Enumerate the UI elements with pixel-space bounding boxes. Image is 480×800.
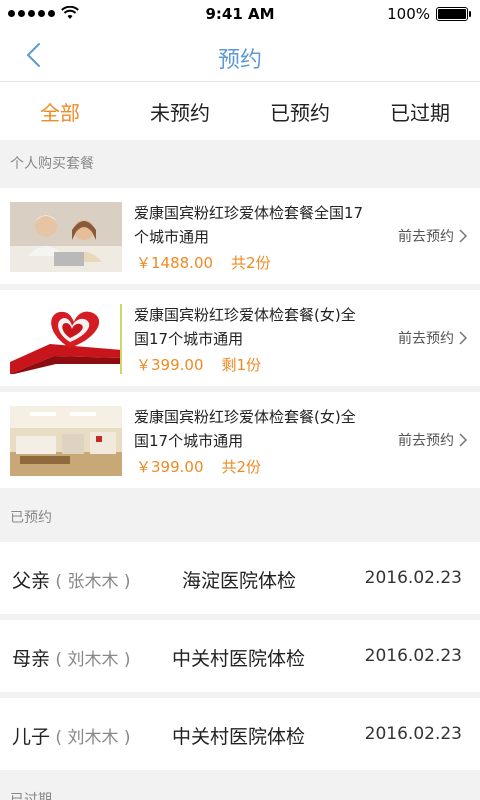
package-image [10,406,122,476]
booking-person: 母亲 ( 刘木木 ) [12,648,131,670]
booking-hospital: 中关村医院体检 [172,648,306,670]
chevron-right-icon [459,433,468,447]
package-quantity: 共2份 [221,458,262,476]
battery-icon [436,7,471,21]
package-price: ￥399.00 [136,356,204,374]
booking-hospital: 海淀医院体检 [182,570,297,592]
booking-person: 儿子 ( 刘木木 ) [12,726,131,748]
package-title: 爱康国宾粉红珍爱体检套餐(女)全国17个城市通用 [134,306,356,348]
page-title: 预约 [217,48,262,73]
tab-expired[interactable]: 已过期 [360,97,480,126]
tab-unbooked[interactable]: 未预约 [120,97,240,126]
booking-row[interactable]: 母亲 ( 刘木木 ) 中关村医院体检 2016.02.23 [0,620,480,692]
package-item[interactable]: 爱康国宾粉红珍爱体检套餐(女)全国17个城市通用 ￥399.00 剩1份 前去预… [0,290,480,386]
package-quantity: 共2份 [231,254,271,272]
booking-row[interactable]: 儿子 ( 刘木木 ) 中关村医院体检 2016.02.23 [0,698,480,770]
booking-person: 父亲 ( 张木木 ) [12,570,131,592]
booking-hospital: 中关村医院体检 [172,726,306,748]
package-price: ￥399.00 [136,458,204,476]
package-image [10,202,122,272]
booking-date: 2016.02.23 [364,568,462,588]
package-image [10,304,122,374]
section-header-expired: 已过期 [0,776,480,800]
package-title: 爱康国宾粉红珍爱体检套餐全国17个城市通用 [134,204,364,246]
tab-all[interactable]: 全部 [0,97,120,126]
filter-tabs: 全部 未预约 已预约 已过期 [0,82,480,140]
person-name: 刘木木 [67,728,119,748]
section-header-purchased: 个人购买套餐 [0,140,480,188]
tab-booked[interactable]: 已预约 [240,97,360,126]
book-now-label: 前去预约 [398,331,454,347]
book-now-button[interactable]: 前去预约 [398,226,468,246]
book-now-button[interactable]: 前去预约 [398,328,468,348]
book-now-label: 前去预约 [398,433,454,449]
package-item[interactable]: 爱康国宾粉红珍爱体检套餐全国17个城市通用 ￥1488.00 共2份 前去预约 [0,188,480,284]
chevron-right-icon [459,229,468,243]
booking-date: 2016.02.23 [364,724,462,744]
booking-date: 2016.02.23 [364,646,462,666]
person-relation: 母亲 [12,648,51,670]
person-relation: 父亲 [12,570,51,592]
package-title: 爱康国宾粉红珍爱体检套餐(女)全国17个城市通用 [134,408,356,450]
package-item[interactable]: 爱康国宾粉红珍爱体检套餐(女)全国17个城市通用 ￥399.00 共2份 前去预… [0,392,480,488]
section-header-booked: 已预约 [0,494,480,542]
chevron-right-icon [459,331,468,345]
status-bar: 9:41 AM 100% [0,0,480,28]
navigation-bar: 预约 [0,28,480,82]
person-name: 张木木 [67,572,119,592]
package-quantity: 剩1份 [221,356,262,374]
battery-percent: 100% [387,5,430,23]
book-now-label: 前去预约 [398,229,454,245]
person-relation: 儿子 [12,726,51,748]
package-price: ￥1488.00 [136,254,214,272]
book-now-button[interactable]: 前去预约 [398,430,468,450]
person-name: 刘木木 [67,650,119,670]
booking-row[interactable]: 父亲 ( 张木木 ) 海淀医院体检 2016.02.23 [0,542,480,614]
